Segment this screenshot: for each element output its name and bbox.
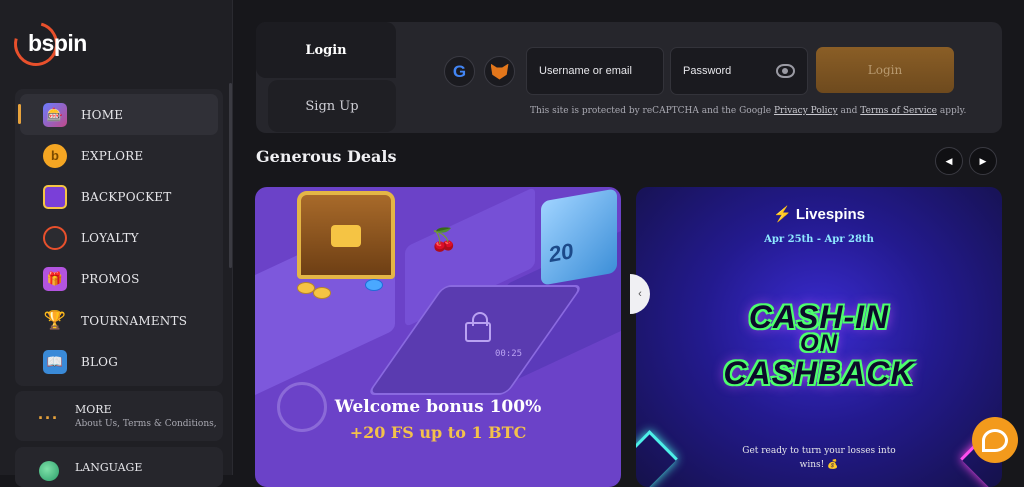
tab-signup[interactable]: Sign Up [268, 80, 396, 132]
show-password-eye-icon[interactable] [776, 64, 795, 78]
gift-icon: 🎁 [43, 267, 67, 292]
promo-description: Get ready to turn your losses into wins!… [742, 446, 896, 470]
google-icon: G [452, 61, 467, 81]
auth-panel: Login Sign Up G Username or email Passwo… [256, 22, 1002, 133]
home-icon: 🎰 [43, 102, 67, 127]
section-title-generous-deals: Generous Deals [256, 147, 397, 166]
welcome-bonus-subtitle: +20 FS up to 1 BTC [349, 423, 527, 442]
promo-headline-line-2: ON [800, 330, 838, 357]
chevron-right-icon: ▶ [979, 155, 987, 166]
timer-text: 00:25 [495, 349, 523, 359]
username-field[interactable]: Username or email [526, 47, 664, 95]
sidebar-item-tournaments[interactable]: 🏆 TOURNAMENTS [20, 300, 218, 341]
sidebar-item-blog[interactable]: 📖 BLOG [20, 341, 218, 382]
lock-icon [465, 312, 491, 342]
promo-card-welcome-bonus[interactable]: 00:25 🍒 20 Welcome bonus 100% +20 FS up … [255, 187, 621, 487]
login-button[interactable]: Login [816, 47, 954, 93]
cherry-icon: 🍒 [430, 227, 458, 252]
carousel-next-button[interactable]: ▶ [969, 147, 997, 175]
promo-headline-line-3: CASHBACK [723, 355, 915, 391]
backpocket-icon [43, 184, 67, 209]
metamask-login-button[interactable] [484, 56, 515, 87]
metamask-icon [490, 63, 509, 80]
globe-icon [39, 461, 59, 481]
chevron-left-icon: ‹ [638, 288, 642, 300]
sidebar: bspin 🎰 HOME b EXPLORE BACKPOCKET LOYALT… [0, 0, 233, 487]
lightning-icon: ⚡ [772, 206, 796, 223]
sidebar-more[interactable]: ··· MORE About Us, Terms & Conditions, .… [15, 391, 223, 441]
sidebar-item-home[interactable]: 🎰 HOME [18, 94, 218, 136]
privacy-policy-link[interactable]: Privacy Policy [774, 106, 838, 116]
sidebar-item-explore[interactable]: b EXPLORE [20, 135, 218, 176]
livespins-logo: ⚡ Livespins [772, 206, 866, 223]
promo-card-livespins[interactable]: ⚡ Livespins Apr 25th - Apr 28th CASH-IN … [636, 187, 1002, 487]
sidebar-item-backpocket[interactable]: BACKPOCKET [20, 176, 218, 217]
free-spins-dice-icon: 20 [541, 188, 617, 286]
sidebar-language[interactable]: LANGUAGE [15, 447, 223, 487]
sidebar-item-loyalty[interactable]: LOYALTY [20, 218, 218, 259]
loyalty-icon [43, 226, 67, 251]
coin-icon [313, 287, 331, 299]
welcome-bonus-title: Welcome bonus 100% [334, 397, 542, 417]
gem-icon [365, 279, 383, 291]
blog-icon: 📖 [43, 349, 67, 374]
recaptcha-notice: This site is protected by reCAPTCHA and … [530, 106, 967, 116]
sidebar-item-promos[interactable]: 🎁 PROMOS [20, 259, 218, 300]
carousel-prev-button[interactable]: ◀ [935, 147, 963, 175]
promo-dates: Apr 25th - Apr 28th [764, 234, 874, 245]
support-chat-button[interactable] [972, 417, 1018, 463]
more-dots-icon: ··· [38, 408, 59, 428]
terms-of-service-link[interactable]: Terms of Service [860, 106, 937, 116]
tab-login[interactable]: Login [256, 22, 396, 78]
chevron-left-icon: ◀ [945, 155, 953, 166]
sidebar-nav: 🎰 HOME b EXPLORE BACKPOCKET LOYALTY 🎁 PR… [15, 89, 223, 386]
password-field[interactable]: Password [670, 47, 808, 95]
sidebar-scrollbar[interactable] [229, 83, 232, 268]
bspin-logo[interactable]: bspin [5, 13, 124, 75]
treasure-chest-icon [297, 191, 395, 279]
trophy-icon: 🏆 [43, 310, 67, 331]
google-login-button[interactable]: G [444, 56, 475, 87]
bitcoin-coin-icon: b [43, 143, 67, 168]
